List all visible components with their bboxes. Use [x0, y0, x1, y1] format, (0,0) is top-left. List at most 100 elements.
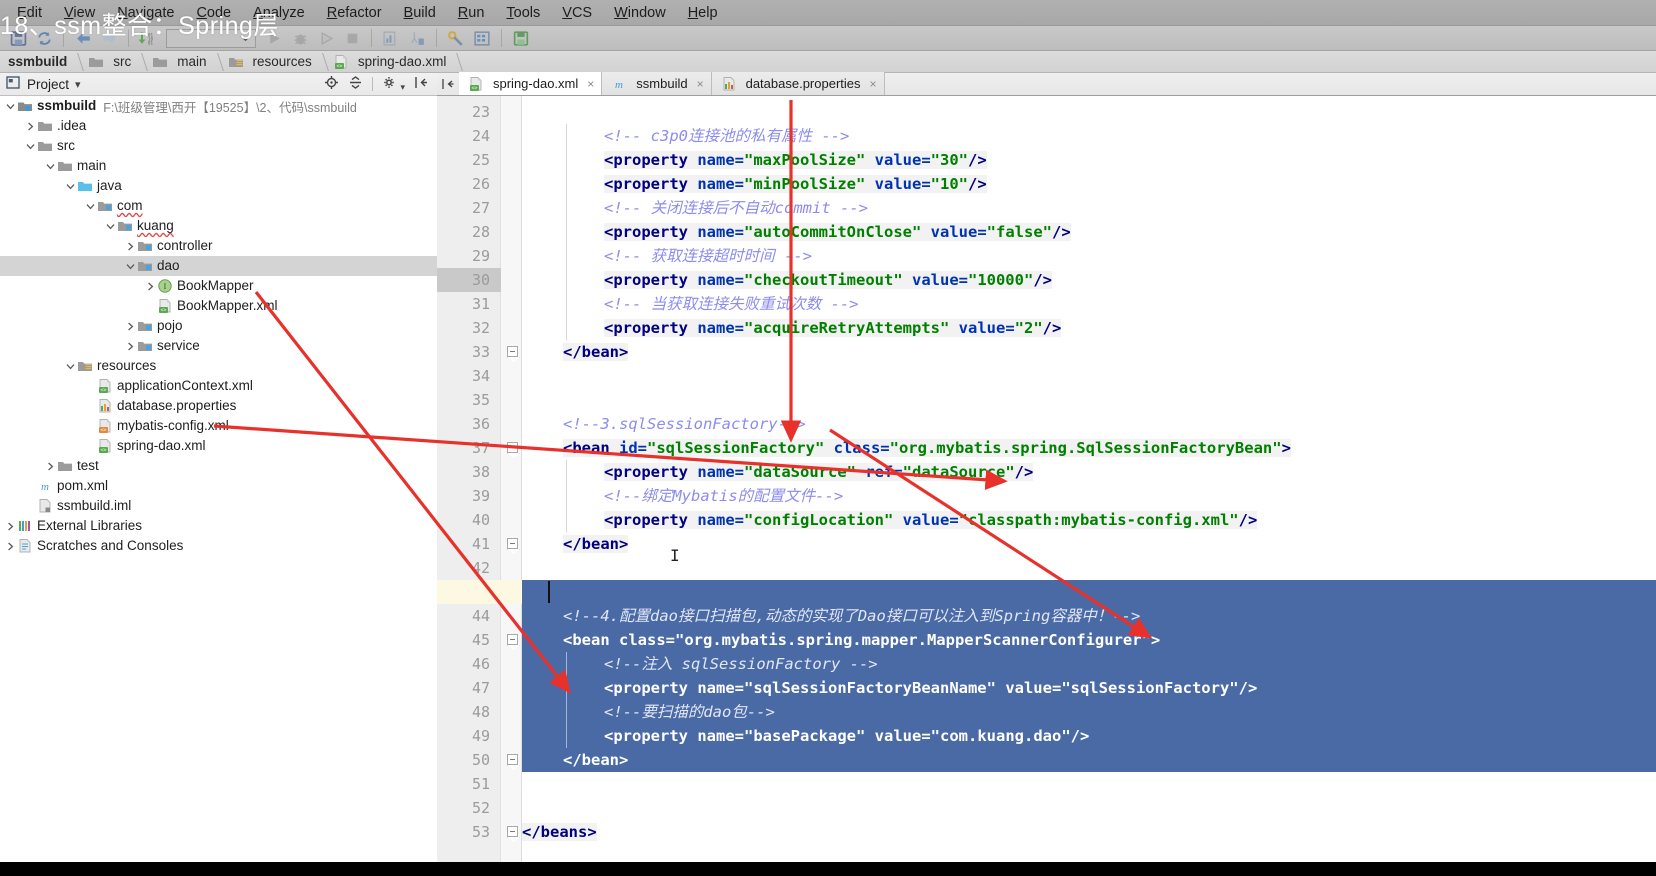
- chevron-right-icon[interactable]: [4, 516, 17, 536]
- tree-row-test[interactable]: test: [0, 456, 437, 476]
- chevron-down-icon[interactable]: [24, 136, 37, 156]
- editor-gutter[interactable]: 23 24 25 26 27 28 29 30 31 32 33 34 35 36 37 38 39 40 41 42…: [437, 96, 501, 876]
- tree-row-com[interactable]: com: [0, 196, 437, 216]
- tree-row--idea[interactable]: .idea: [0, 116, 437, 136]
- menu-item-build[interactable]: Build: [393, 0, 447, 26]
- code-token-tag: />: [1042, 319, 1062, 337]
- save-icon[interactable]: [509, 27, 533, 49]
- tree-row-main[interactable]: main: [0, 156, 437, 176]
- editor-tab-spring-dao-xml[interactable]: <> spring-dao.xml ×: [459, 72, 603, 95]
- chevron-down-icon[interactable]: [124, 256, 137, 276]
- chevron-right-icon[interactable]: [24, 116, 37, 136]
- tree-row-dao[interactable]: dao: [0, 256, 437, 276]
- tree-row-database-properties[interactable]: database.properties: [0, 396, 437, 416]
- project-tree[interactable]: ssmbuild F:\班级管理\西开【19525】\2、代码\ssmbuild.…: [0, 96, 437, 876]
- stop-icon[interactable]: [340, 27, 364, 49]
- collapse-all-icon[interactable]: [348, 75, 363, 93]
- menu-item-window[interactable]: Window: [603, 0, 677, 26]
- tree-row-java[interactable]: java: [0, 176, 437, 196]
- code-token-cmt: <!--3.sqlSessionFactory-->: [563, 415, 806, 433]
- code-token-attr: value=: [865, 727, 931, 745]
- chevron-down-icon[interactable]: [64, 356, 77, 376]
- tree-row-src[interactable]: src: [0, 136, 437, 156]
- code-token-val: "acquireRetryAttempts": [744, 319, 950, 337]
- editor-tab-bar[interactable]: <> spring-dao.xml × m ssmbuild × database.prop…: [437, 72, 1656, 96]
- editor-tab-label: ssmbuild: [636, 76, 688, 91]
- fold-marker[interactable]: [507, 634, 518, 645]
- fold-marker[interactable]: [507, 754, 518, 765]
- close-icon[interactable]: ×: [587, 77, 594, 91]
- chevron-right-icon[interactable]: [4, 536, 17, 556]
- settings-gear-icon[interactable]: ▾: [382, 75, 405, 93]
- tree-item-label: External Libraries: [37, 518, 143, 533]
- menu-item-tools[interactable]: Tools: [495, 0, 551, 26]
- tree-row-bookmapper[interactable]: I BookMapper: [0, 276, 437, 296]
- tree-row-mybatis-config-xml[interactable]: <> mybatis-config.xml: [0, 416, 437, 436]
- svg-text:<>: <>: [100, 388, 106, 394]
- folder-icon: [88, 54, 104, 70]
- menu-item-refactor[interactable]: Refactor: [316, 0, 393, 26]
- close-icon[interactable]: ×: [870, 77, 877, 91]
- breadcrumb-label: ssmbuild: [8, 54, 68, 69]
- chevron-right-icon[interactable]: [44, 456, 57, 476]
- header-separator: [371, 77, 373, 91]
- tree-row-resources[interactable]: resources: [0, 356, 437, 376]
- close-icon[interactable]: ×: [697, 77, 704, 91]
- breadcrumb-item-resources[interactable]: resources: [220, 51, 316, 73]
- chevron-right-icon[interactable]: [124, 336, 137, 356]
- chevron-down-icon[interactable]: [64, 176, 77, 196]
- breadcrumb-item-src[interactable]: src: [80, 51, 135, 73]
- chevron-right-icon[interactable]: [124, 316, 137, 336]
- fold-marker[interactable]: [507, 442, 518, 453]
- tree-row-applicationcontext-xml[interactable]: <> applicationContext.xml: [0, 376, 437, 396]
- tree-row-ssmbuild-iml[interactable]: ssmbuild.iml: [0, 496, 437, 516]
- breadcrumb-item-spring-dao-xml[interactable]: <> spring-dao.xml: [325, 51, 451, 73]
- tree-row-pojo[interactable]: pojo: [0, 316, 437, 336]
- svg-text:<>: <>: [100, 428, 106, 434]
- tree-row-kuang[interactable]: kuang: [0, 216, 437, 236]
- tree-row-pom-xml[interactable]: m pom.xml: [0, 476, 437, 496]
- tree-row-external-libraries[interactable]: External Libraries: [0, 516, 437, 536]
- debug-icon[interactable]: [288, 27, 312, 49]
- tree-row-scratches-and-consoles[interactable]: Scratches and Consoles: [0, 536, 437, 556]
- settings-wrench-icon[interactable]: [444, 27, 468, 49]
- chevron-down-icon[interactable]: ▾: [75, 78, 81, 91]
- breadcrumb-item-main[interactable]: main: [144, 51, 210, 73]
- fold-marker[interactable]: [507, 346, 518, 357]
- line-number: 50: [471, 751, 490, 769]
- tree-row-service[interactable]: service: [0, 336, 437, 356]
- project-structure-icon[interactable]: [470, 27, 494, 49]
- locate-icon[interactable]: [324, 75, 339, 93]
- menu-item-vcs[interactable]: VCS: [551, 0, 603, 26]
- attach-icon[interactable]: [405, 27, 429, 49]
- chevron-down-icon[interactable]: [104, 216, 117, 236]
- editor-code-area[interactable]: <!-- c3p0连接池的私有属性 --> <property name="max…: [437, 96, 1656, 876]
- maven-icon: m: [611, 76, 627, 92]
- chevron-down-icon[interactable]: [4, 96, 17, 116]
- menu-item-help[interactable]: Help: [677, 0, 729, 26]
- chevron-down-icon[interactable]: [44, 156, 57, 176]
- svg-text:<>: <>: [160, 308, 166, 314]
- hide-panel-icon[interactable]: [414, 75, 429, 93]
- menu-item-run[interactable]: Run: [447, 0, 496, 26]
- code-token-attr: name=: [697, 151, 745, 169]
- breadcrumb-item-ssmbuild[interactable]: ssmbuild: [0, 51, 71, 73]
- editor-tab-ssmbuild[interactable]: m ssmbuild ×: [602, 72, 712, 95]
- chevron-right-icon[interactable]: [144, 276, 157, 296]
- fold-marker[interactable]: [507, 538, 518, 549]
- hide-tabs-icon[interactable]: [437, 72, 459, 95]
- profiler-icon[interactable]: [379, 27, 403, 49]
- tree-row-ssmbuild[interactable]: ssmbuild F:\班级管理\西开【19525】\2、代码\ssmbuild: [0, 96, 437, 116]
- tree-row-bookmapper-xml[interactable]: <> BookMapper.xml: [0, 296, 437, 316]
- tree-row-controller[interactable]: controller: [0, 236, 437, 256]
- tree-item-label: com: [117, 198, 143, 213]
- editor-tab-database-properties[interactable]: database.properties ×: [711, 72, 885, 95]
- tree-item-label: applicationContext.xml: [117, 378, 253, 393]
- fold-marker[interactable]: [507, 826, 518, 837]
- coverage-icon[interactable]: [314, 27, 338, 49]
- chevron-down-icon[interactable]: [84, 196, 97, 216]
- code-token-val: "org.mybatis.spring.SqlSessionFactoryBea…: [889, 439, 1282, 457]
- tree-row-spring-dao-xml[interactable]: <> spring-dao.xml: [0, 436, 437, 456]
- chevron-right-icon[interactable]: [124, 236, 137, 256]
- code-editor[interactable]: 23 24 25 26 27 28 29 30 31 32 33 34 35 36 37 38 39 40 41 42…: [437, 96, 1656, 876]
